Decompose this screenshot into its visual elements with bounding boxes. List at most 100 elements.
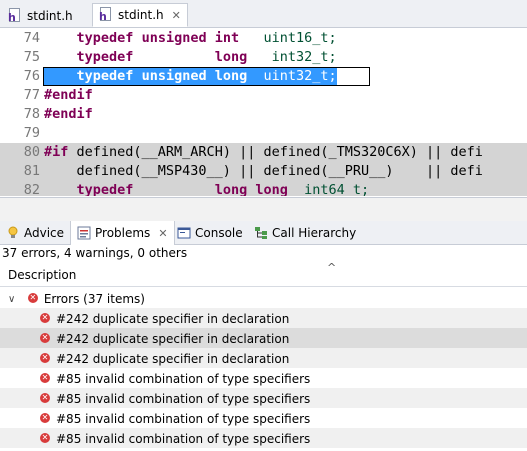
problem-row[interactable]: ✕ #242 duplicate specifier in declaration: [0, 308, 527, 328]
error-icon: ✕: [40, 312, 50, 323]
panel-splitter[interactable]: [0, 197, 527, 221]
tab-label: stdint.h: [27, 8, 73, 23]
problem-description: #242 duplicate specifier in declaration: [56, 331, 290, 346]
problem-description: #242 duplicate specifier in declaration: [56, 311, 290, 326]
problem-row[interactable]: ✕ #85 invalid combination of type specifi…: [0, 408, 527, 428]
code-token: int64_t;: [287, 182, 370, 196]
problem-row[interactable]: ✕ #85 invalid combination of type specifi…: [0, 428, 527, 448]
code-token: int32_t;: [247, 49, 337, 65]
tab-label: stdint.h: [118, 8, 164, 22]
code-line[interactable]: 75 typedef long int32_t;: [0, 48, 527, 67]
problem-description: #85 invalid combination of type specifie…: [56, 411, 311, 426]
error-icon: ✕: [40, 392, 50, 403]
line-number: 81: [23, 163, 40, 179]
sort-ascending-icon: ^: [327, 261, 337, 274]
error-icon: ✕: [27, 292, 38, 303]
code-token: defined(__ARM_ARCH) || defined(_TMS320C6…: [68, 144, 483, 160]
problem-description: #242 duplicate specifier in declaration: [56, 351, 290, 366]
console-icon: [177, 226, 191, 240]
tab-label: Advice: [24, 225, 65, 240]
problem-row[interactable]: ✕ #242 duplicate specifier in declaration: [0, 348, 527, 368]
tab-advice[interactable]: Advice: [6, 221, 64, 244]
code-token: int: [214, 30, 240, 46]
line-number: 76: [23, 68, 40, 84]
code-token: typedef: [76, 30, 134, 46]
tab-label: Problems: [95, 226, 151, 240]
line-number: 75: [23, 49, 40, 65]
code-text: typedef unsigned int uint16_t;: [44, 29, 337, 48]
tab-label: Console: [195, 225, 243, 240]
code-token: typedef: [76, 49, 134, 65]
close-icon[interactable]: ✕: [172, 9, 181, 22]
line-number: 80: [23, 144, 40, 160]
tab-problems[interactable]: Problems ✕: [70, 221, 175, 245]
problem-description: #85 invalid combination of type specifie…: [56, 391, 311, 406]
code-token: defined(__MSP430__) || defined(__PRU__) …: [44, 163, 483, 179]
code-line[interactable]: 74 typedef unsigned int uint16_t;: [0, 29, 527, 48]
code-token: #if: [44, 144, 69, 160]
code-token: #endif: [44, 106, 93, 122]
code-line[interactable]: 82 typedef long long int64_t;: [0, 181, 527, 196]
code-line[interactable]: 78 #endif: [0, 105, 527, 124]
call-hierarchy-icon: [254, 226, 268, 240]
error-icon: ✕: [40, 332, 50, 343]
problem-row[interactable]: ✕ #85 invalid combination of type specifi…: [0, 368, 527, 388]
tab-stdint-h-1[interactable]: h stdint.h: [2, 4, 86, 27]
line-number: 74: [23, 30, 40, 46]
code-text: typedef long int32_t;: [44, 48, 337, 67]
column-header-description[interactable]: ^ Description: [0, 261, 527, 287]
problems-icon: [77, 226, 91, 240]
problem-row[interactable]: ✕ #242 duplicate specifier in declaration: [0, 328, 527, 348]
code-line[interactable]: 77 #endif: [0, 86, 527, 105]
line-number: 82: [23, 182, 40, 196]
selection-outline: [43, 67, 370, 86]
column-header-label: Description: [8, 268, 77, 282]
line-number: 78: [23, 106, 40, 122]
errors-group-row[interactable]: ∨ ✕ Errors (37 items): [0, 288, 527, 308]
code-token: uint16_t;: [239, 30, 337, 46]
problem-row[interactable]: ✕ #85 invalid combination of type specifi…: [0, 388, 527, 408]
code-text: #endif: [44, 105, 93, 124]
code-token: long long: [214, 182, 288, 196]
close-icon[interactable]: ✕: [158, 227, 167, 240]
tab-console[interactable]: Console: [177, 221, 243, 244]
group-label: Errors (37 items): [43, 291, 145, 306]
tab-call-hierarchy[interactable]: Call Hierarchy: [254, 221, 356, 244]
problem-description: #85 invalid combination of type specifie…: [56, 371, 311, 386]
code-line[interactable]: 80 #if defined(__ARM_ARCH) || defined(_TM…: [0, 143, 527, 162]
error-icon: ✕: [40, 432, 50, 443]
problems-summary: 37 errors, 4 warnings, 0 others: [2, 246, 188, 260]
editor-tab-bar: h stdint.h h stdint.h ✕: [0, 0, 527, 28]
code-line[interactable]: 79: [0, 124, 527, 143]
error-icon: ✕: [40, 372, 50, 383]
lightbulb-icon: [6, 226, 20, 240]
code-token: typedef: [76, 182, 134, 196]
line-number: 77: [23, 87, 40, 103]
code-token: unsigned: [141, 30, 207, 46]
problem-description: #85 invalid combination of type specifie…: [56, 431, 311, 446]
code-editor[interactable]: 74 typedef unsigned int uint16_t; 75 type…: [0, 28, 527, 196]
code-line[interactable]: 81 defined(__MSP430__) || defined(__PRU_…: [0, 162, 527, 181]
header-file-icon: h: [8, 7, 22, 24]
code-text: typedef long long int64_t;: [44, 181, 370, 196]
code-text: #endif: [44, 86, 93, 105]
code-token: #endif: [44, 87, 93, 103]
header-file-icon: h: [99, 7, 113, 23]
chevron-down-icon[interactable]: ∨: [8, 290, 20, 310]
tab-stdint-h-2[interactable]: h stdint.h ✕: [92, 3, 188, 27]
code-token: long: [214, 49, 248, 65]
tab-label: Call Hierarchy: [272, 225, 357, 240]
line-number: 79: [23, 125, 40, 141]
code-text: defined(__MSP430__) || defined(__PRU__) …: [44, 162, 483, 181]
code-text: #if defined(__ARM_ARCH) || defined(_TMS3…: [44, 143, 483, 162]
error-icon: ✕: [40, 352, 50, 363]
view-tab-bar: Advice Problems ✕ Console Call Hierarchy: [0, 221, 527, 245]
error-icon: ✕: [40, 412, 50, 423]
